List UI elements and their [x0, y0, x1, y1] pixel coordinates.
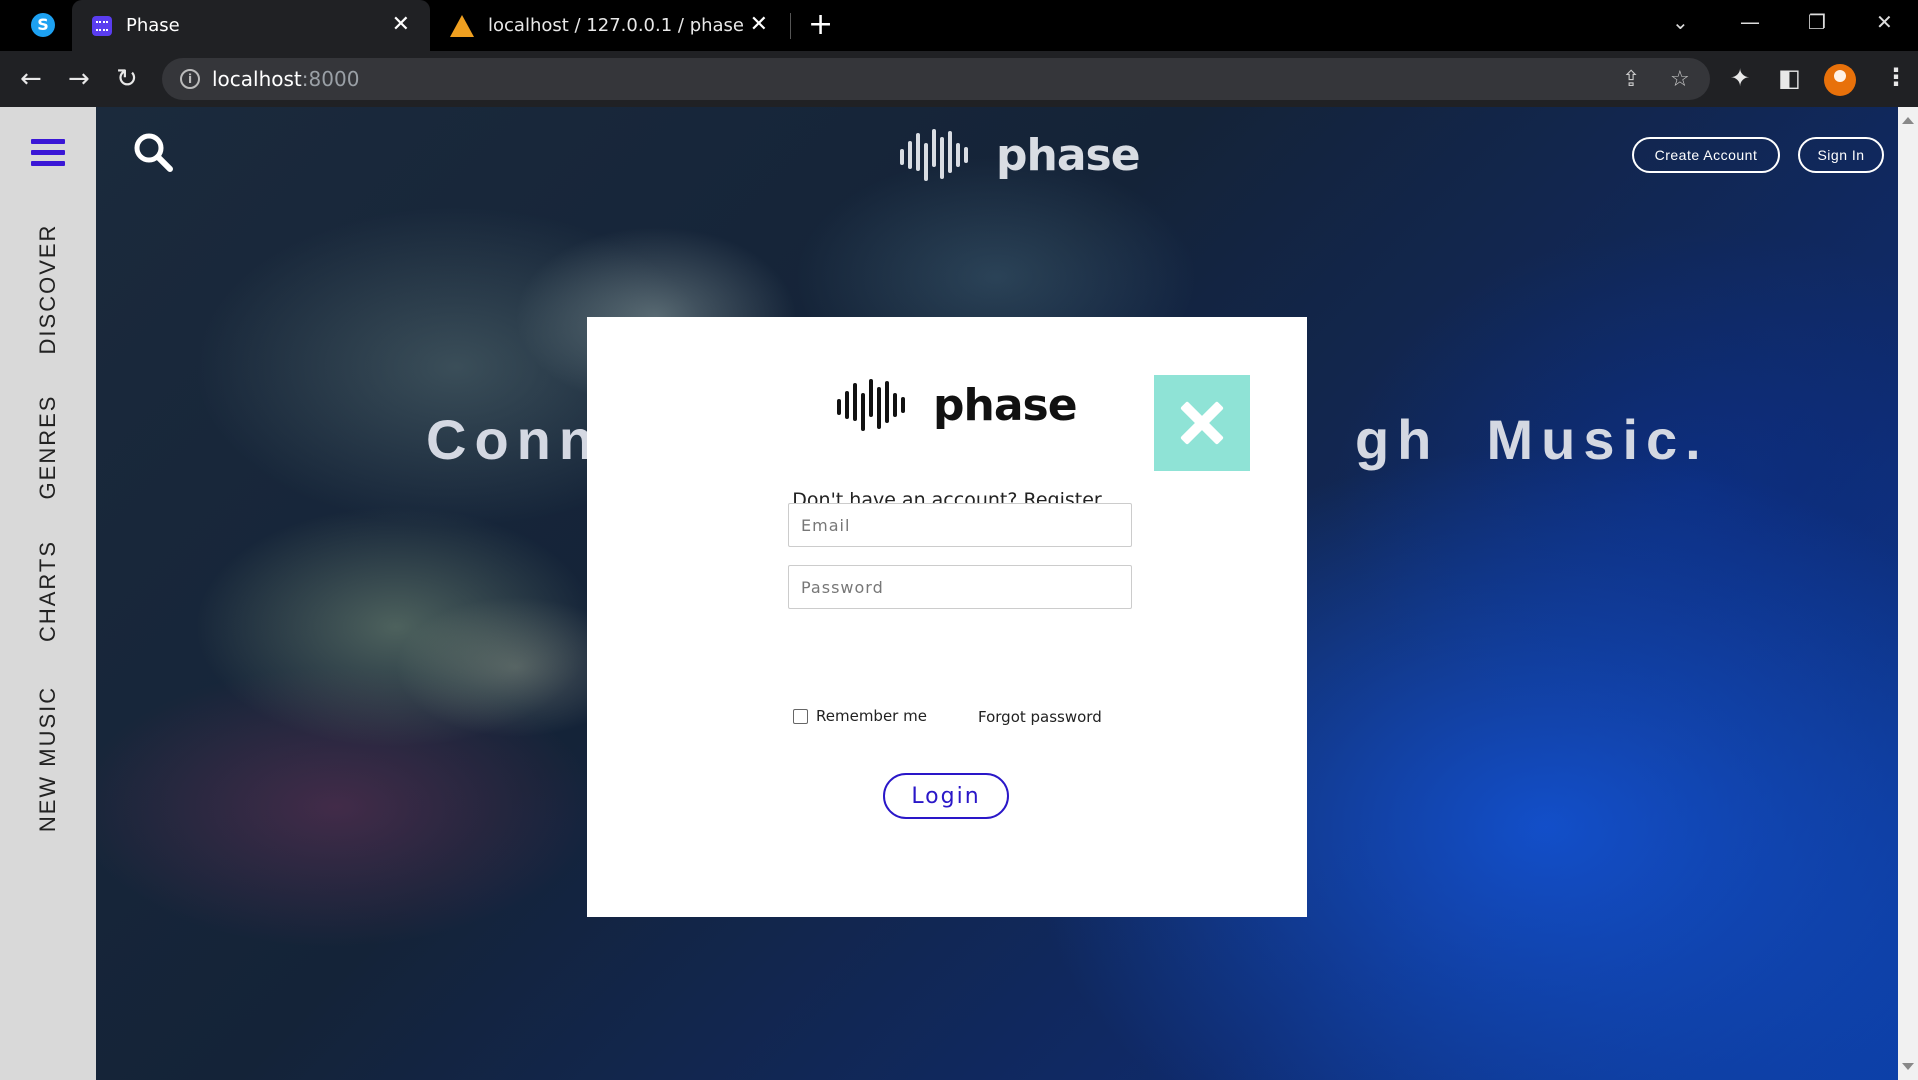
email-field[interactable]	[788, 503, 1132, 547]
tab-phase[interactable]: Phase ✕	[72, 0, 430, 51]
password-field[interactable]	[788, 565, 1132, 609]
modal-logo: phase	[835, 375, 1078, 435]
close-tab-icon[interactable]: ✕	[392, 13, 410, 37]
skype-icon[interactable]: S	[31, 13, 55, 37]
phase-favicon-icon	[92, 15, 112, 36]
phpmyadmin-favicon-icon	[450, 14, 474, 37]
search-icon[interactable]	[132, 131, 176, 179]
hamburger-menu-icon[interactable]	[31, 139, 65, 169]
sidebar-item-discover[interactable]: DISCOVER	[35, 224, 61, 355]
close-window-icon[interactable]: ✕	[1876, 8, 1893, 36]
remember-me[interactable]: Remember me	[793, 707, 927, 725]
page-scrollbar[interactable]	[1898, 107, 1918, 1080]
remember-me-checkbox[interactable]	[793, 708, 808, 724]
close-tab-icon[interactable]: ✕	[750, 13, 768, 37]
sign-in-button[interactable]: Sign In	[1798, 137, 1884, 173]
logo-wordmark: phase	[996, 129, 1141, 181]
header-logo[interactable]: phase	[898, 125, 1141, 185]
page-viewport: DISCOVER GENRES CHARTS NEW MUSIC phase C…	[0, 107, 1918, 1080]
sidebar-item-genres[interactable]: GENRES	[35, 395, 61, 500]
reload-icon[interactable]: ↻	[116, 63, 138, 95]
minimize-icon[interactable]: —	[1740, 8, 1760, 36]
profile-avatar[interactable]	[1824, 64, 1856, 96]
login-modal: phase Don't have an account? Register Re…	[587, 317, 1307, 917]
logo-wordmark: phase	[933, 379, 1078, 431]
url-host: localhost	[212, 67, 302, 91]
bookmark-star-icon[interactable]: ☆	[1670, 67, 1690, 92]
forward-icon[interactable]: →	[68, 63, 90, 95]
back-icon[interactable]: ←	[20, 63, 42, 95]
close-modal-button[interactable]	[1154, 375, 1250, 471]
restore-icon[interactable]: ❐	[1808, 8, 1826, 36]
close-icon	[1180, 401, 1224, 445]
tab-title: localhost / 127.0.0.1 / phase / use	[488, 15, 748, 36]
browser-menu-icon[interactable]: ⋮	[1884, 63, 1908, 91]
login-button[interactable]: Login	[883, 773, 1009, 819]
site-info-icon[interactable]: i	[180, 69, 200, 89]
sidebar-item-charts[interactable]: CHARTS	[35, 540, 61, 642]
browser-tab-bar: S Phase ✕ localhost / 127.0.0.1 / phase …	[0, 0, 1918, 51]
waveform-logo-icon	[900, 129, 968, 181]
sidebar-item-new-music[interactable]: NEW MUSIC	[35, 686, 61, 832]
remember-me-label: Remember me	[816, 707, 927, 725]
tab-search-chevron-icon[interactable]: ⌄	[1672, 8, 1689, 36]
address-bar[interactable]: i localhost:8000 ⇪ ☆	[162, 58, 1710, 100]
tab-separator	[790, 13, 791, 39]
side-panel-icon[interactable]: ◧	[1778, 64, 1801, 92]
extensions-puzzle-icon[interactable]: ✦	[1730, 64, 1750, 92]
url-port: :8000	[301, 67, 360, 91]
scroll-down-icon[interactable]	[1902, 1063, 1914, 1070]
scroll-up-icon[interactable]	[1902, 117, 1914, 124]
create-account-button[interactable]: Create Account	[1632, 137, 1780, 173]
tab-phpmyadmin[interactable]: localhost / 127.0.0.1 / phase / use ✕	[430, 0, 788, 51]
url-text: localhost:8000	[212, 67, 359, 91]
browser-toolbar: ← → ↻ i localhost:8000 ⇪ ☆ ✦ ◧ ⋮	[0, 51, 1918, 107]
waveform-logo-icon	[837, 379, 905, 431]
sidebar: DISCOVER GENRES CHARTS NEW MUSIC	[0, 107, 96, 1080]
new-tab-icon[interactable]: +	[808, 8, 833, 42]
share-icon[interactable]: ⇪	[1622, 67, 1640, 92]
tab-title: Phase	[126, 15, 180, 36]
forgot-password-link[interactable]: Forgot password	[978, 708, 1102, 726]
